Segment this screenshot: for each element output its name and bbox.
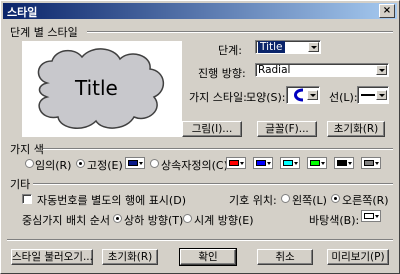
fixed-color-label: 고정(E) (87, 159, 123, 172)
order-up-label: 상하 방향(T) (124, 214, 184, 227)
cancel-button[interactable]: 취소 (257, 249, 313, 265)
direction-select[interactable]: Radial (255, 63, 389, 77)
line-select[interactable] (357, 86, 389, 104)
order-up-radio[interactable] (113, 214, 122, 223)
style-preview: Title (22, 41, 182, 137)
level-value: Title (258, 41, 285, 53)
level-select[interactable]: Title (255, 40, 321, 54)
symbol-right-radio[interactable] (331, 194, 340, 203)
chevron-down-icon[interactable] (376, 90, 387, 100)
bg-color-label: 바탕색(B): (309, 214, 360, 227)
relative-color-radio[interactable] (150, 159, 159, 168)
chevron-down-icon (267, 162, 271, 165)
chevron-down-icon (321, 162, 325, 165)
symbol-right-label: 오른쪽(R) (342, 194, 389, 207)
branch-color-section-label: 가지 색 (10, 143, 44, 156)
chevron-down-icon[interactable] (308, 42, 319, 52)
style-section-label: 단계 별 스타일 (10, 26, 78, 39)
load-style-button[interactable]: 스타일 불러오기... (11, 249, 93, 265)
order-clock-label: 시계 방향(E) (194, 214, 254, 227)
chevron-down-icon (375, 215, 379, 218)
symbol-position-label: 기호 위치: (229, 194, 277, 207)
color-chip (310, 160, 320, 166)
custom-color-6[interactable] (361, 157, 381, 169)
direction-label: 진행 방향: (198, 67, 246, 80)
random-color-radio[interactable] (25, 159, 34, 168)
reset-style-button[interactable]: 초기화(R) (327, 121, 385, 137)
color-chip (364, 160, 374, 166)
custom-color-5[interactable] (334, 157, 354, 169)
color-chip (283, 160, 293, 166)
ok-button[interactable]: 확인 (179, 248, 237, 266)
other-section-label: 기타 (10, 178, 31, 191)
bg-color-picker[interactable] (361, 210, 381, 222)
dialog-title: 스타일 (7, 6, 38, 19)
curve-shape-icon (294, 88, 304, 102)
chevron-down-icon (375, 162, 379, 165)
custom-color-3[interactable] (280, 157, 300, 169)
font-button[interactable]: 글꼴(F)... (257, 121, 317, 137)
divider (33, 183, 393, 185)
chevron-down-icon (139, 162, 143, 165)
relative-color-label: 상속자정의(C) (161, 159, 228, 172)
color-chip (364, 213, 374, 219)
divider (7, 239, 393, 241)
symbol-left-radio[interactable] (281, 194, 290, 203)
branch-style-label: 가지 스타일: (189, 91, 247, 104)
chevron-down-icon (348, 162, 352, 165)
line-label: 선(L): (329, 91, 358, 104)
fixed-color-picker[interactable] (125, 157, 145, 169)
auto-number-checkbox[interactable] (22, 194, 32, 204)
chevron-down-icon[interactable] (307, 90, 318, 100)
chevron-down-icon[interactable] (376, 65, 387, 75)
color-chip (256, 160, 266, 166)
order-clock-radio[interactable] (183, 214, 192, 223)
custom-color-2[interactable] (253, 157, 273, 169)
close-button[interactable]: × (379, 4, 395, 18)
divider (43, 148, 393, 150)
color-chip (337, 160, 347, 166)
custom-color-4[interactable] (307, 157, 327, 169)
fixed-color-radio[interactable] (76, 159, 85, 168)
direction-value: Radial (258, 64, 291, 76)
shape-select[interactable] (286, 86, 320, 104)
title-bar: 스타일 × (3, 3, 397, 19)
auto-number-label: 자동번호를 별도의 행에 표시(D) (37, 194, 186, 207)
divider (87, 31, 393, 33)
chevron-down-icon (294, 162, 298, 165)
shape-label: 모양(S): (246, 91, 286, 104)
picture-button[interactable]: 그림(I)... (182, 121, 242, 137)
random-color-label: 임의(R) (35, 159, 72, 172)
preview-title: Title (75, 76, 118, 100)
style-dialog: 스타일 × 단계 별 스타일 Title 단계: Title 진행 방향: Ra… (0, 0, 400, 274)
symbol-left-label: 왼쪽(L) (292, 194, 327, 207)
custom-color-1[interactable] (226, 157, 246, 169)
line-style-icon (361, 94, 375, 96)
level-label: 단계: (218, 44, 242, 57)
color-chip (229, 160, 239, 166)
color-chip (128, 160, 138, 166)
chevron-down-icon (240, 162, 244, 165)
order-label: 중심가지 배치 순서 (22, 214, 110, 227)
preview-button[interactable]: 미리보기(P) (327, 249, 389, 265)
reset-button[interactable]: 초기화(R) (102, 249, 158, 265)
